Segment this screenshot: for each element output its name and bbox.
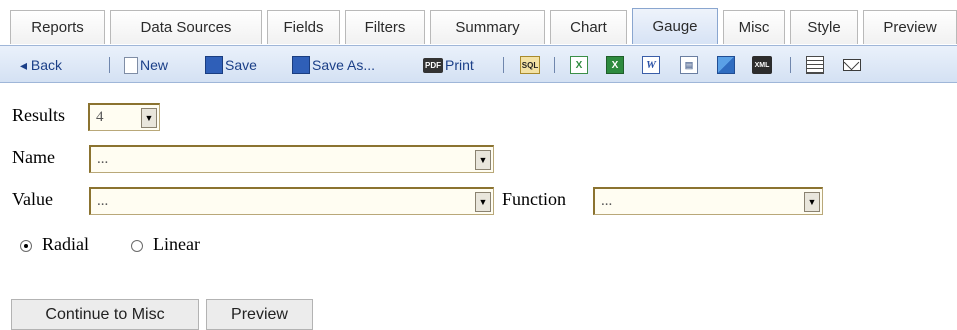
print-icon: PDF bbox=[423, 57, 443, 73]
tab-misc[interactable]: Misc bbox=[723, 10, 785, 44]
tab-fields[interactable]: Fields bbox=[267, 10, 340, 44]
tab-label: Data Sources bbox=[140, 19, 232, 36]
csv-export-icon: X bbox=[570, 56, 588, 74]
tab-chart[interactable]: Chart bbox=[550, 10, 627, 44]
tab-label: Reports bbox=[31, 19, 84, 36]
chevron-down-icon[interactable]: ▼ bbox=[475, 150, 491, 170]
tab-label: Gauge bbox=[652, 18, 698, 35]
sql-icon: SQL bbox=[520, 56, 540, 74]
function-label: Function bbox=[502, 189, 567, 209]
toolbar-separator bbox=[109, 57, 110, 73]
excel-icon: X bbox=[606, 56, 624, 74]
tab-label: Style bbox=[807, 19, 841, 36]
radial-radio[interactable] bbox=[20, 240, 32, 252]
tab-label: Filters bbox=[364, 19, 406, 36]
preview-button[interactable]: Preview bbox=[206, 299, 313, 330]
xml-icon: XML bbox=[752, 56, 772, 74]
name-label: Name bbox=[12, 147, 55, 167]
radial-label: Radial bbox=[42, 234, 89, 254]
tab-bar: Reports Data Sources Fields Filters Summ… bbox=[0, 0, 957, 45]
export-image-button[interactable] bbox=[717, 55, 737, 75]
tab-label: Preview bbox=[883, 19, 937, 36]
tab-preview[interactable]: Preview bbox=[863, 10, 957, 44]
mail-icon bbox=[843, 59, 861, 71]
chevron-down-icon[interactable]: ▼ bbox=[475, 192, 491, 212]
preview-label: Preview bbox=[231, 305, 288, 323]
save-as-floppy-icon bbox=[292, 56, 310, 74]
new-label: New bbox=[140, 57, 169, 73]
function-select[interactable]: ... ▼ bbox=[593, 187, 823, 215]
save-as-label: Save As... bbox=[312, 57, 376, 73]
grid-icon bbox=[806, 56, 824, 74]
tab-reports[interactable]: Reports bbox=[10, 10, 105, 44]
function-value: ... bbox=[601, 193, 613, 209]
value-value: ... bbox=[97, 193, 109, 209]
export-document-button[interactable]: ▤ bbox=[680, 55, 700, 75]
tab-data-sources[interactable]: Data Sources bbox=[110, 10, 262, 44]
toolbar-separator bbox=[554, 57, 555, 73]
export-csv-button[interactable]: X bbox=[570, 55, 590, 75]
back-label: ◂ Back bbox=[20, 56, 63, 73]
sql-button[interactable]: SQL bbox=[520, 55, 542, 75]
results-select[interactable]: 4 ▼ bbox=[88, 103, 160, 131]
value-select[interactable]: ... ▼ bbox=[89, 187, 494, 215]
back-button[interactable]: ◂ Back bbox=[20, 55, 62, 75]
linear-radio[interactable] bbox=[131, 240, 143, 252]
export-xml-button[interactable]: XML bbox=[752, 55, 774, 75]
save-button[interactable]: Save bbox=[205, 55, 257, 75]
linear-label: Linear bbox=[153, 234, 200, 254]
tab-gauge[interactable]: Gauge bbox=[632, 8, 718, 44]
image-icon bbox=[717, 56, 735, 74]
tab-label: Misc bbox=[738, 19, 770, 36]
results-value: 4 bbox=[96, 109, 104, 125]
toolbar: ◂ Back New Save Save As... PDF Print SQL… bbox=[0, 45, 957, 83]
save-as-button[interactable]: Save As... bbox=[292, 55, 375, 75]
continue-to-misc-button[interactable]: Continue to Misc bbox=[11, 299, 199, 330]
save-floppy-icon bbox=[205, 56, 223, 74]
tab-label: Summary bbox=[455, 19, 520, 36]
export-excel-button[interactable]: X bbox=[606, 55, 626, 75]
chevron-down-icon[interactable]: ▼ bbox=[804, 192, 820, 212]
email-button[interactable] bbox=[843, 55, 863, 75]
print-button[interactable]: PDF Print bbox=[423, 55, 474, 75]
tab-style[interactable]: Style bbox=[790, 10, 858, 44]
word-icon: W bbox=[642, 56, 660, 74]
tab-summary[interactable]: Summary bbox=[430, 10, 545, 44]
toolbar-separator bbox=[503, 57, 504, 73]
save-label: Save bbox=[225, 57, 257, 73]
document-icon: ▤ bbox=[680, 56, 698, 74]
results-label: Results bbox=[12, 105, 66, 125]
toolbar-separator bbox=[790, 57, 791, 73]
print-label: Print bbox=[445, 57, 474, 73]
name-value: ... bbox=[97, 151, 109, 167]
export-word-button[interactable]: W bbox=[642, 55, 662, 75]
value-label: Value bbox=[12, 189, 53, 209]
new-page-icon bbox=[124, 56, 138, 74]
continue-label: Continue to Misc bbox=[45, 305, 165, 323]
chevron-down-icon[interactable]: ▼ bbox=[141, 108, 157, 128]
tab-filters[interactable]: Filters bbox=[345, 10, 425, 44]
new-button[interactable]: New bbox=[124, 55, 168, 75]
tab-label: Fields bbox=[283, 19, 324, 36]
tab-label: Chart bbox=[570, 19, 607, 36]
name-select[interactable]: ... ▼ bbox=[89, 145, 494, 173]
grid-view-button[interactable] bbox=[806, 55, 826, 75]
